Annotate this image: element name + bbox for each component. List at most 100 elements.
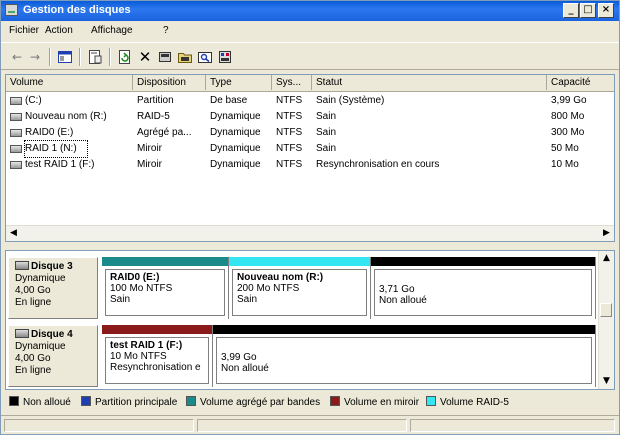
- partition-nouveau-nom[interactable]: Nouveau nom (R:) 200 Mo NTFS Sain: [229, 257, 371, 319]
- partition-raid0[interactable]: RAID0 (E:) 100 Mo NTFS Sain: [102, 257, 229, 319]
- table-row[interactable]: RAID 1 (N:) Miroir Dynamique NTFS Sain 5…: [6, 140, 614, 158]
- volume-name: RAID0 (E:): [25, 127, 74, 138]
- disk-state: En ligne: [15, 365, 52, 376]
- volume-icon: [10, 113, 22, 121]
- partition-size: 10 Mo NTFS: [110, 351, 167, 362]
- partition-details: 3,99 Go Non alloué: [216, 337, 592, 384]
- volume-capacity: 10 Mo: [551, 159, 579, 170]
- console-tree-icon[interactable]: [57, 49, 73, 65]
- menu-affichage[interactable]: Affichage: [91, 25, 133, 36]
- volume-name: (C:): [25, 95, 42, 106]
- scroll-thumb[interactable]: [600, 303, 612, 317]
- pane-splitter[interactable]: [5, 244, 615, 248]
- column-header-capacite[interactable]: Capacité: [547, 75, 614, 90]
- volume-name: RAID 1 (N:): [24, 140, 88, 158]
- horizontal-scrollbar[interactable]: ◀ ▶: [6, 225, 614, 241]
- volume-filesystem: NTFS: [276, 95, 303, 106]
- settings-icon[interactable]: [217, 49, 233, 65]
- volume-list-header: Volume Disposition Type Sys... Statut Ca…: [6, 75, 614, 92]
- disk-size: 4,00 Go: [15, 353, 51, 364]
- vertical-scrollbar[interactable]: ▲ ▼: [598, 251, 614, 389]
- legend-item: Volume agrégé par bandes: [186, 396, 320, 408]
- refresh-icon[interactable]: [117, 49, 133, 65]
- scroll-left-arrow-icon[interactable]: ◀: [6, 226, 21, 241]
- status-pane: [197, 419, 407, 432]
- legend-label: Volume RAID-5: [440, 397, 509, 408]
- status-pane: [410, 419, 615, 432]
- window-title: Gestion des disques: [23, 4, 131, 16]
- volume-layout: Miroir: [137, 159, 162, 170]
- table-row[interactable]: (C:) Partition De base NTFS Sain (Systèm…: [6, 93, 614, 109]
- properties-icon[interactable]: [87, 49, 103, 65]
- volume-status: Sain (Système): [316, 95, 385, 106]
- partition-color-bar: [102, 325, 212, 334]
- disk-4-label[interactable]: Disque 4 Dynamique 4,00 Go En ligne: [8, 325, 98, 387]
- volume-type: De base: [210, 95, 248, 106]
- partition-title: Nouveau nom (R:): [237, 272, 324, 283]
- column-header-volume[interactable]: Volume: [6, 75, 133, 90]
- volume-name: Nouveau nom (R:): [25, 111, 107, 122]
- legend-label: Volume en miroir: [344, 397, 420, 408]
- close-button[interactable]: ×: [598, 3, 614, 18]
- column-header-statut[interactable]: Statut: [312, 75, 547, 90]
- volume-filesystem: NTFS: [276, 127, 303, 138]
- forward-arrow-icon[interactable]: →: [27, 49, 43, 65]
- disk-3-label[interactable]: Disque 3 Dynamique 4,00 Go En ligne: [8, 257, 98, 319]
- menu-help[interactable]: ?: [163, 25, 169, 36]
- column-header-disposition[interactable]: Disposition: [133, 75, 206, 90]
- partition-test-raid1[interactable]: test RAID 1 (F:) 10 Mo NTFS Resynchronis…: [102, 325, 213, 387]
- partition-status: Sain: [237, 294, 258, 305]
- disk-management-window: Gestion des disques _ □ × Fichier Action…: [0, 0, 620, 435]
- partition-status: Non alloué: [221, 363, 269, 374]
- legend-swatch: [330, 396, 340, 406]
- volume-type: Dynamique: [210, 159, 261, 170]
- explore-icon[interactable]: [197, 49, 213, 65]
- scroll-down-arrow-icon[interactable]: ▼: [599, 374, 614, 389]
- volume-icon: [10, 161, 22, 169]
- scroll-right-arrow-icon[interactable]: ▶: [599, 226, 614, 241]
- volume-filesystem: NTFS: [276, 159, 303, 170]
- back-arrow-icon[interactable]: ←: [9, 49, 25, 65]
- partition-title: RAID0 (E:): [110, 272, 160, 283]
- partition-color-bar: [229, 257, 370, 266]
- legend-label: Non alloué: [23, 397, 71, 408]
- legend-label: Partition principale: [95, 397, 178, 408]
- disk-name: Disque 3: [31, 261, 73, 272]
- disk-kind: Dynamique: [15, 341, 66, 352]
- partition-details: test RAID 1 (F:) 10 Mo NTFS Resynchronis…: [105, 337, 209, 384]
- unallocated-space-disk-4[interactable]: 3,99 Go Non alloué: [213, 325, 596, 387]
- status-pane: [4, 419, 194, 432]
- volume-list[interactable]: Volume Disposition Type Sys... Statut Ca…: [5, 74, 615, 242]
- column-header-type[interactable]: Type: [206, 75, 272, 90]
- volume-capacity: 3,99 Go: [551, 95, 587, 106]
- delete-icon[interactable]: ✕: [137, 49, 153, 65]
- partition-details: Nouveau nom (R:) 200 Mo NTFS Sain: [232, 269, 367, 316]
- volume-status: Resynchronisation en cours: [316, 159, 440, 170]
- column-header-filesystem[interactable]: Sys...: [272, 75, 312, 90]
- disk-state: En ligne: [15, 297, 52, 308]
- maximize-button[interactable]: □: [580, 3, 596, 18]
- table-row[interactable]: test RAID 1 (F:) Miroir Dynamique NTFS R…: [6, 157, 614, 173]
- unallocated-space-disk-3[interactable]: 3,71 Go Non alloué: [371, 257, 596, 319]
- disk-properties-icon[interactable]: [157, 49, 173, 65]
- volume-status: Sain: [316, 127, 337, 138]
- disk-graphical-view[interactable]: Disque 3 Dynamique 4,00 Go En ligne RAID…: [5, 250, 615, 390]
- volume-icon: [10, 97, 22, 105]
- volume-status: Sain: [316, 111, 337, 122]
- toolbar-separator: [79, 48, 81, 66]
- partition-status: Resynchronisation e: [110, 362, 201, 373]
- partition-size: 3,71 Go: [379, 284, 415, 295]
- table-row[interactable]: Nouveau nom (R:) RAID-5 Dynamique NTFS S…: [6, 109, 614, 125]
- legend-item: Volume RAID-5: [426, 396, 509, 408]
- table-row[interactable]: RAID0 (E:) Agrégé pa... Dynamique NTFS S…: [6, 125, 614, 141]
- legend-label: Volume agrégé par bandes: [200, 397, 321, 408]
- volume-icon: [10, 145, 22, 153]
- scroll-up-arrow-icon[interactable]: ▲: [599, 251, 614, 266]
- menu-fichier[interactable]: Fichier: [9, 25, 39, 36]
- menu-action[interactable]: Action: [45, 25, 73, 36]
- legend-swatch: [9, 396, 19, 406]
- open-folder-icon[interactable]: [177, 49, 193, 65]
- minimize-button[interactable]: _: [563, 3, 579, 18]
- partition-status: Sain: [110, 294, 131, 305]
- title-bar[interactable]: Gestion des disques _ □ ×: [1, 1, 619, 21]
